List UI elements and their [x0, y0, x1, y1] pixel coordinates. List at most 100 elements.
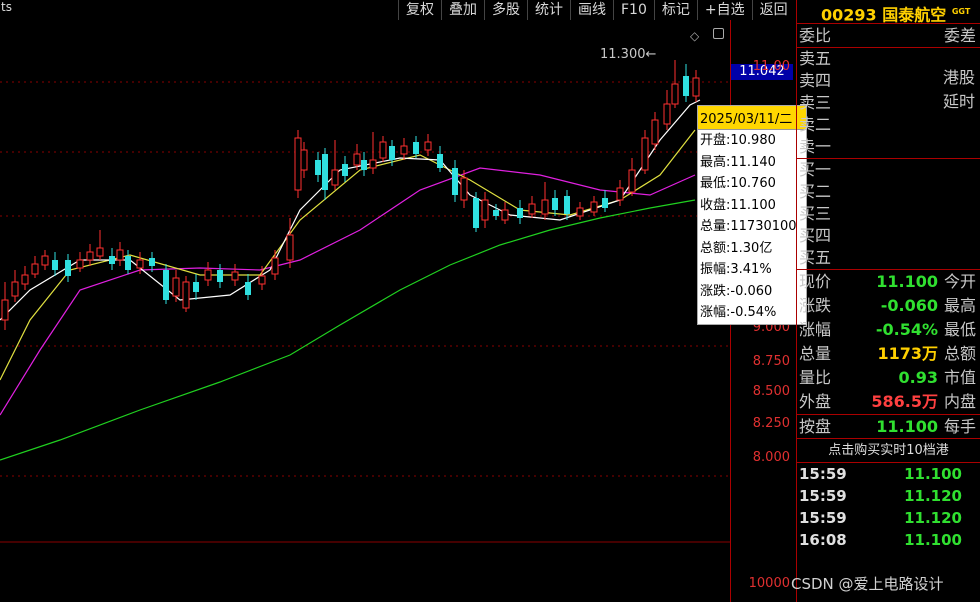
- high-price-marker: 11.300←: [600, 47, 656, 62]
- tooltip-item: 开盘:10.980: [700, 133, 776, 148]
- lot-label: 每手: [944, 417, 977, 436]
- axis-label: 11.00: [752, 59, 790, 74]
- tooltip-item: 振幅:3.41%: [700, 262, 772, 277]
- candle-body: [342, 164, 348, 176]
- quote-label: 外盘: [799, 392, 832, 411]
- quote-value: 0.93: [898, 368, 938, 387]
- candle-body: [361, 160, 367, 170]
- tick-row[interactable]: 15:59 11.120: [797, 507, 980, 529]
- candle-body: [217, 270, 223, 282]
- candle-body: [258, 275, 266, 285]
- candle-body: [528, 203, 536, 215]
- sell-level: 卖二: [799, 115, 832, 134]
- toolbar-button-2[interactable]: 多股: [484, 0, 527, 20]
- ma60-line: [0, 199, 696, 461]
- candle-body: [21, 274, 29, 285]
- watermark: CSDN @爱上电路设计: [791, 575, 944, 593]
- candle-body: [389, 146, 395, 160]
- candle-body: [116, 249, 124, 261]
- quote-right-label: 市值: [944, 368, 977, 387]
- toolbar-button-5[interactable]: F10: [613, 0, 654, 20]
- candle-body: [65, 260, 71, 276]
- candlestick-chart[interactable]: 11.300←: [0, 20, 730, 602]
- candle-body: [481, 199, 489, 221]
- candle-body: [651, 119, 659, 145]
- tooltip-item: 涨跌:-0.060: [700, 283, 773, 299]
- candle-body: [315, 160, 321, 175]
- candle-body: [590, 201, 598, 213]
- tick-row[interactable]: 15:59 11.100: [797, 463, 980, 485]
- candle-body: [286, 234, 294, 261]
- tick-list[interactable]: 15:59 11.100 15:59 11.120 15:59 11.120 16:08 11…: [797, 463, 980, 551]
- quote-value: -0.54%: [875, 320, 938, 339]
- toolbar-button-7[interactable]: +自选: [696, 0, 752, 20]
- tick-row[interactable]: 15:59 11.120: [797, 485, 980, 507]
- tooltip-item: 最低:10.760: [700, 176, 776, 191]
- candle-body: [501, 209, 509, 221]
- quote-row: 涨幅 -0.54% 最低: [797, 318, 980, 342]
- tick-time: 15:59: [799, 487, 847, 505]
- candle-body: [331, 169, 339, 186]
- tick-row[interactable]: 16:08 11.100: [797, 529, 980, 551]
- window-tag: ts: [1, 0, 12, 14]
- candle-body: [517, 208, 523, 218]
- toolbar-button-1[interactable]: 叠加: [441, 0, 484, 20]
- toolbar-button-4[interactable]: 画线: [570, 0, 613, 20]
- stock-badge: GGT: [951, 7, 971, 16]
- buy-level: 买四: [799, 226, 832, 245]
- quote-label: 涨跌: [799, 296, 832, 315]
- diamond-icon[interactable]: ◇: [690, 29, 699, 43]
- buy-level: 买二: [799, 182, 832, 201]
- quote-value: -0.060: [880, 296, 938, 315]
- candle-body: [149, 258, 155, 266]
- candle-body: [136, 259, 144, 269]
- candle-body: [460, 177, 468, 201]
- candle-body: [163, 270, 169, 300]
- toolbar: 复权 叠加 多股 统计 画线 F10 标记 +自选 返回: [398, 0, 795, 20]
- candle-body: [552, 198, 558, 210]
- tooltip-item: 总量:11730100: [700, 219, 797, 234]
- candle-body: [379, 141, 387, 159]
- candle-body: [541, 199, 549, 215]
- quote-panel: 00293 国泰航空 GGT 委比 委差 卖五 卖四 卖三 卖二 卖一 港股 延时 买一 买二…: [796, 0, 980, 602]
- candle-body: [76, 259, 84, 269]
- stock-code: 00293: [821, 5, 877, 25]
- toolbar-button-6[interactable]: 标记: [653, 0, 697, 20]
- toolbar-button-0[interactable]: 复权: [398, 0, 441, 20]
- press-value: 11.100: [876, 417, 938, 436]
- stock-name: 国泰航空: [882, 5, 947, 25]
- window-toggle-icon[interactable]: [713, 28, 724, 39]
- quote-label: 总量: [799, 344, 832, 363]
- delay-notice-line: 延时: [943, 92, 976, 111]
- toolbar-button-8[interactable]: 返回: [751, 0, 795, 20]
- toolbar-button-3[interactable]: 统计: [527, 0, 570, 20]
- candle-body: [322, 154, 328, 190]
- press-row: 按盘 11.100 每手: [797, 415, 980, 439]
- quote-right-label: 今开: [944, 272, 977, 291]
- candle-body: [96, 247, 104, 257]
- buy-level: 买一: [799, 160, 832, 179]
- candle-body: [683, 76, 689, 96]
- candle-body: [193, 282, 199, 292]
- quote-value: 11.100: [876, 272, 938, 291]
- tick-time: 15:59: [799, 509, 847, 527]
- candle-body: [663, 103, 671, 125]
- tooltip-item: 总额:1.30亿: [700, 240, 773, 256]
- tooltip-item: 最高:11.140: [700, 154, 776, 170]
- tick-price: 11.120: [904, 487, 962, 505]
- candle-body: [31, 263, 39, 275]
- candle-body: [1, 299, 9, 321]
- candle-body: [245, 282, 251, 295]
- candle-body: [452, 168, 458, 195]
- candle-body: [671, 83, 679, 105]
- candle-body: [413, 142, 419, 154]
- quote-row: 量比 0.93 市值: [797, 366, 980, 390]
- candle-body: [628, 169, 636, 193]
- axis-label: 8.750: [752, 354, 790, 369]
- candle-body: [424, 141, 432, 151]
- candle-body: [692, 77, 700, 97]
- quote-right-label: 总额: [944, 344, 977, 363]
- tooltip-date: 2025/03/11/二: [698, 106, 806, 130]
- sell-orders: 卖五 卖四 卖三 卖二 卖一 港股 延时: [797, 48, 980, 159]
- buy-realtime-link[interactable]: 点击购买实时10档港: [797, 439, 980, 463]
